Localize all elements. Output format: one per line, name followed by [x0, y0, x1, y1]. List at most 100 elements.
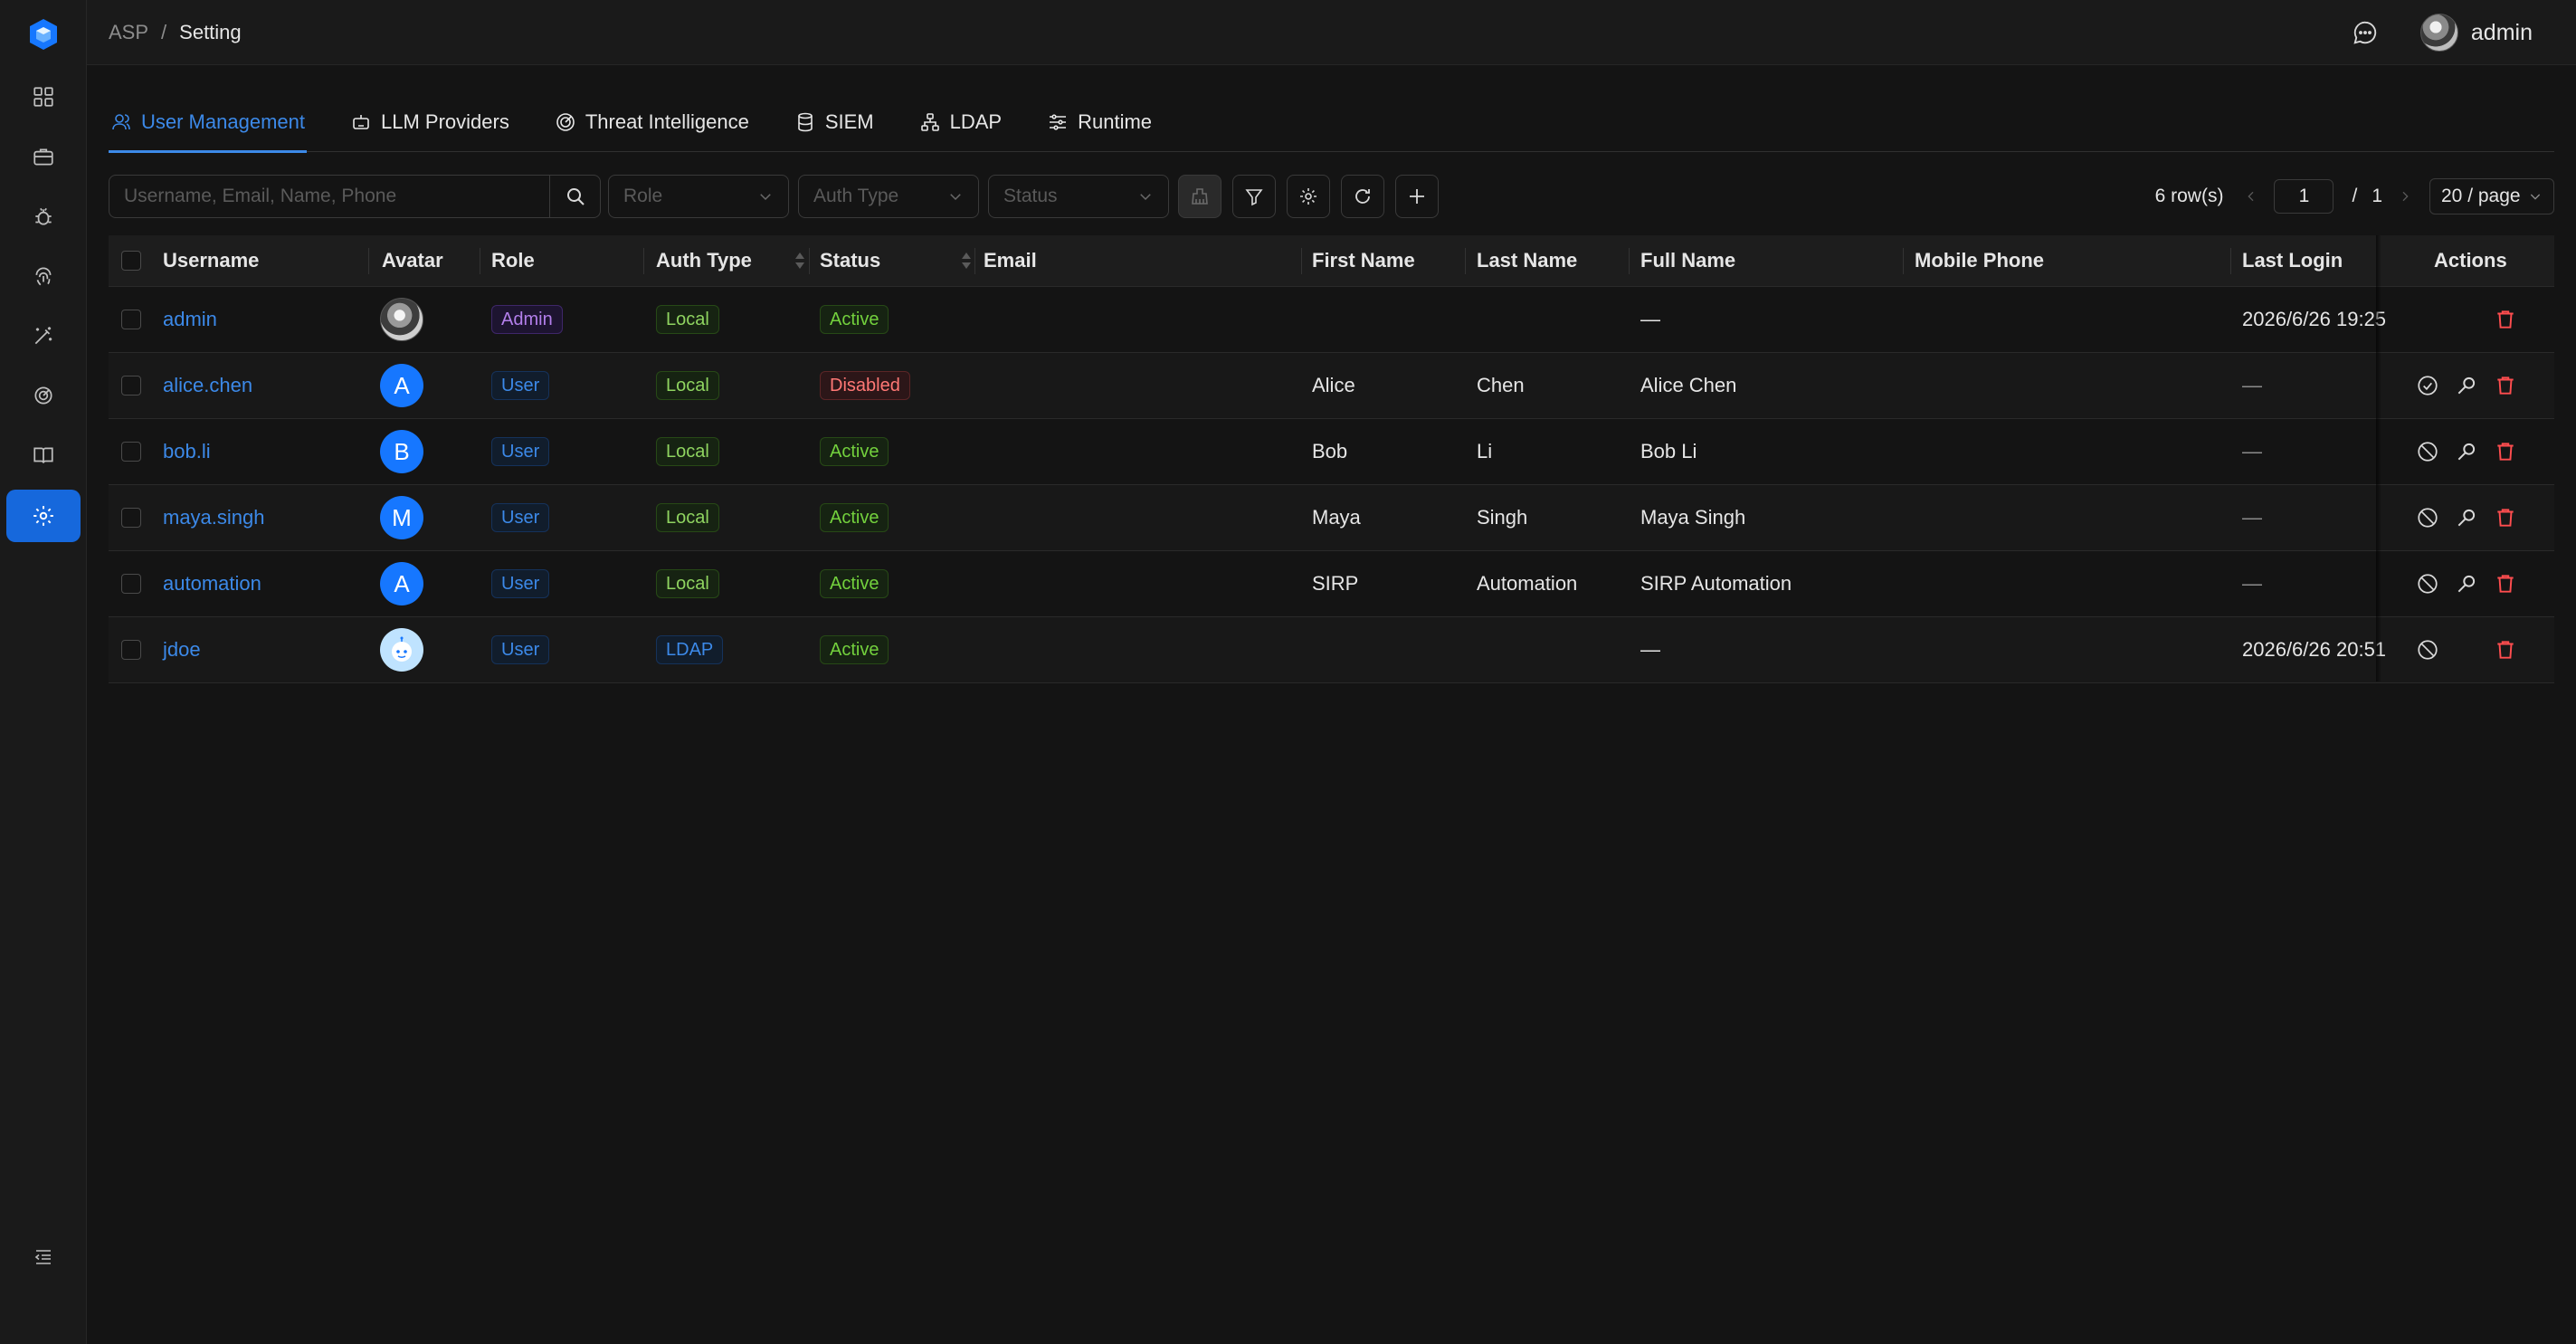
status-badge: Active [820, 437, 889, 466]
breadcrumb-root[interactable]: ASP [109, 21, 148, 44]
tab-runtime[interactable]: Runtime [1045, 92, 1154, 152]
row-checkbox[interactable] [121, 508, 141, 528]
briefcase-icon [33, 148, 53, 166]
role-select-placeholder: Role [623, 186, 663, 206]
row-checkbox[interactable] [121, 640, 141, 660]
role-badge: User [491, 437, 550, 466]
fingerprint-icon [35, 267, 52, 286]
refresh-button[interactable] [1341, 175, 1384, 218]
sidebar-item-settings[interactable] [6, 490, 81, 542]
reset-password-button[interactable] [2455, 353, 2478, 418]
status-select[interactable]: Status [988, 175, 1169, 218]
reset-password-button[interactable] [2455, 485, 2478, 550]
tab-ldap[interactable]: LDAP [917, 92, 1003, 152]
last-login-cell: 2026/6/26 20:51 [2242, 638, 2387, 661]
stop-icon [2418, 508, 2438, 528]
filter-button[interactable] [1232, 175, 1276, 218]
enable-user-button[interactable] [2416, 353, 2439, 418]
column-header-email: Email [984, 249, 1037, 272]
delete-user-button[interactable] [2494, 287, 2517, 352]
row-checkbox[interactable] [121, 310, 141, 329]
user-name: admin [2470, 19, 2533, 45]
sidebar-item-automation[interactable] [6, 310, 81, 362]
search-input[interactable] [109, 176, 549, 217]
sidebar-item-identity[interactable] [6, 250, 81, 302]
sidebar-collapse-button[interactable] [6, 1231, 81, 1283]
delete-user-button[interactable] [2494, 485, 2517, 550]
username-link[interactable]: maya.singh [163, 485, 265, 550]
table-row: alice.chen A User Local Disabled Alice C… [109, 353, 2554, 419]
row-checkbox[interactable] [121, 442, 141, 462]
column-divider [809, 248, 810, 274]
page-separator: / [2352, 186, 2358, 206]
column-header-status[interactable]: Status [820, 235, 973, 286]
gear-icon [1300, 188, 1317, 205]
tab-threat-intelligence[interactable]: Threat Intelligence [553, 92, 751, 152]
select-all-checkbox[interactable] [121, 251, 141, 271]
page-number-input[interactable] [2274, 179, 2334, 214]
avatar: A [380, 562, 423, 605]
role-select[interactable]: Role [608, 175, 789, 218]
next-page-button[interactable] [2391, 189, 2419, 204]
pagination: 6 row(s) / 1 20 / page [2155, 175, 2554, 218]
tab-llm-providers[interactable]: LLM Providers [348, 92, 511, 152]
page-size-select[interactable]: 20 / page [2429, 178, 2554, 214]
message-icon[interactable] [2352, 19, 2379, 46]
reset-password-button[interactable] [2455, 551, 2478, 616]
search-button[interactable] [549, 176, 600, 217]
row-checkbox[interactable] [121, 574, 141, 594]
disable-user-button[interactable] [2416, 485, 2439, 550]
sidebar [0, 0, 87, 1344]
sidebar-item-alerts[interactable] [6, 190, 81, 243]
clear-filter-button[interactable] [1178, 175, 1221, 218]
sidebar-item-cases[interactable] [6, 130, 81, 183]
user-menu[interactable]: admin [2419, 14, 2533, 52]
stop-icon [2418, 640, 2438, 660]
radar-icon [556, 113, 575, 131]
column-header-auth-type[interactable]: Auth Type [656, 235, 806, 286]
last-name-cell: Singh [1477, 506, 1528, 529]
robot-avatar-icon [392, 636, 412, 662]
role-badge: User [491, 635, 550, 664]
last-login-cell: — [2242, 440, 2262, 462]
column-header-status-label: Status [820, 249, 881, 272]
table-row: bob.li B User Local Active Bob Li Bob Li… [109, 419, 2554, 485]
app-logo-icon[interactable] [25, 16, 62, 52]
delete-user-button[interactable] [2494, 617, 2517, 682]
chevron-down-icon [760, 194, 771, 201]
delete-user-button[interactable] [2494, 419, 2517, 484]
sort-icon[interactable] [960, 252, 973, 270]
clear-icon [1192, 188, 1208, 205]
auth-type-select[interactable]: Auth Type [798, 175, 979, 218]
delete-user-button[interactable] [2494, 551, 2517, 616]
disable-user-button[interactable] [2416, 551, 2439, 616]
sidebar-item-rules[interactable] [6, 369, 81, 422]
username-link[interactable]: alice.chen [163, 353, 252, 418]
sort-icon[interactable] [794, 252, 806, 270]
tab-siem[interactable]: SIEM [793, 92, 876, 152]
username-link[interactable]: automation [163, 551, 261, 616]
username-link[interactable]: jdoe [163, 617, 201, 682]
sidebar-item-dashboard[interactable] [6, 71, 81, 123]
disable-user-button[interactable] [2416, 419, 2439, 484]
tab-user-management[interactable]: User Management [109, 92, 307, 153]
row-checkbox[interactable] [121, 376, 141, 396]
disable-user-button[interactable] [2416, 617, 2439, 682]
row-count: 6 row(s) [2154, 186, 2224, 206]
auth-type-badge: Local [656, 437, 719, 466]
add-user-button[interactable] [1395, 175, 1439, 218]
username-link[interactable]: bob.li [163, 419, 211, 484]
column-settings-button[interactable] [1287, 175, 1330, 218]
sidebar-item-knowledge[interactable] [6, 429, 81, 481]
column-divider [368, 248, 369, 274]
table-row: admin Admin Local Active — 2026/6/26 19:… [109, 287, 2554, 353]
reset-password-button[interactable] [2455, 419, 2478, 484]
prev-page-button[interactable] [2238, 189, 2265, 204]
column-header-username[interactable]: Username [163, 235, 259, 286]
username-link[interactable]: admin [163, 287, 217, 352]
last-login-cell: 2026/6/26 19:25 [2242, 308, 2387, 330]
chevron-down-icon [1140, 194, 1151, 201]
delete-user-button[interactable] [2494, 353, 2517, 418]
magic-wand-icon [34, 327, 52, 345]
key-icon [2457, 443, 2476, 461]
